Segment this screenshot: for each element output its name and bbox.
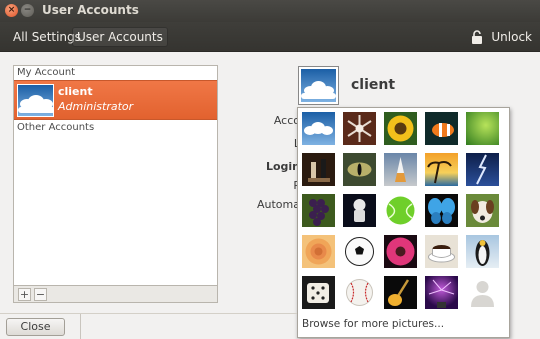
unlock-label: Unlock [491,30,532,44]
lock-icon [471,30,483,44]
window-title: User Accounts [42,3,139,17]
picture-leaf[interactable] [466,112,499,145]
minimize-window-button[interactable]: − [21,4,34,17]
account-list-toolbar: + − [13,285,218,303]
picture-snowflake[interactable] [343,112,376,145]
footer-separator [80,314,81,339]
picture-gerbera[interactable] [384,235,417,268]
other-accounts-header: Other Accounts [17,122,95,133]
account-role: Administrator [58,100,134,113]
close-window-button[interactable]: × [5,4,18,17]
picture-dice[interactable] [302,276,335,309]
login-options-label: Login [265,160,300,173]
browse-more-pictures-link[interactable]: Browse for more pictures... [302,318,444,330]
footer-divider [0,313,297,314]
toolbar: All Settings User Accounts Unlock [0,22,540,52]
picture-plasma-ball[interactable] [425,276,458,309]
close-button[interactable]: Close [6,318,65,336]
account-list: My Account client Administrator Other Ac… [13,65,218,285]
picture-sunset-palm[interactable] [425,153,458,186]
unlock-button[interactable]: Unlock [471,27,532,47]
picture-soccer-ball[interactable] [343,235,376,268]
picture-guitar[interactable] [384,276,417,309]
title-bar: × − User Accounts [0,0,540,22]
list-item-client[interactable]: client Administrator [14,80,217,120]
picture-astronaut[interactable] [343,194,376,227]
username-label: client [351,77,396,93]
picture-butterfly[interactable] [425,194,458,227]
remove-account-button[interactable]: − [34,288,47,301]
picture-baseball[interactable] [343,276,376,309]
add-account-button[interactable]: + [18,288,31,301]
picture-dog[interactable] [466,194,499,227]
picture-cloud[interactable] [302,112,335,145]
picture-chooser-popup: Browse for more pictures... [297,107,510,338]
picture-coffee-cup[interactable] [425,235,458,268]
user-accounts-breadcrumb[interactable]: User Accounts [72,27,168,47]
cloud-picture [301,69,336,102]
picture-grapes[interactable] [302,194,335,227]
picture-space-shuttle[interactable] [384,153,417,186]
avatar [17,84,54,117]
my-account-header: My Account [17,67,76,78]
picture-tennis-ball[interactable] [384,194,417,227]
picture-lightning[interactable] [466,153,499,186]
picture-rose[interactable] [302,235,335,268]
picture-chess-king[interactable] [302,153,335,186]
picture-eye[interactable] [343,153,376,186]
picture-clownfish[interactable] [425,112,458,145]
account-name: client [58,85,93,98]
picture-sunflower[interactable] [384,112,417,145]
user-picture-button[interactable] [298,66,339,105]
picture-generic-person[interactable] [466,276,499,309]
picture-penguin[interactable] [466,235,499,268]
automatic-login-label: Automa [257,198,300,211]
